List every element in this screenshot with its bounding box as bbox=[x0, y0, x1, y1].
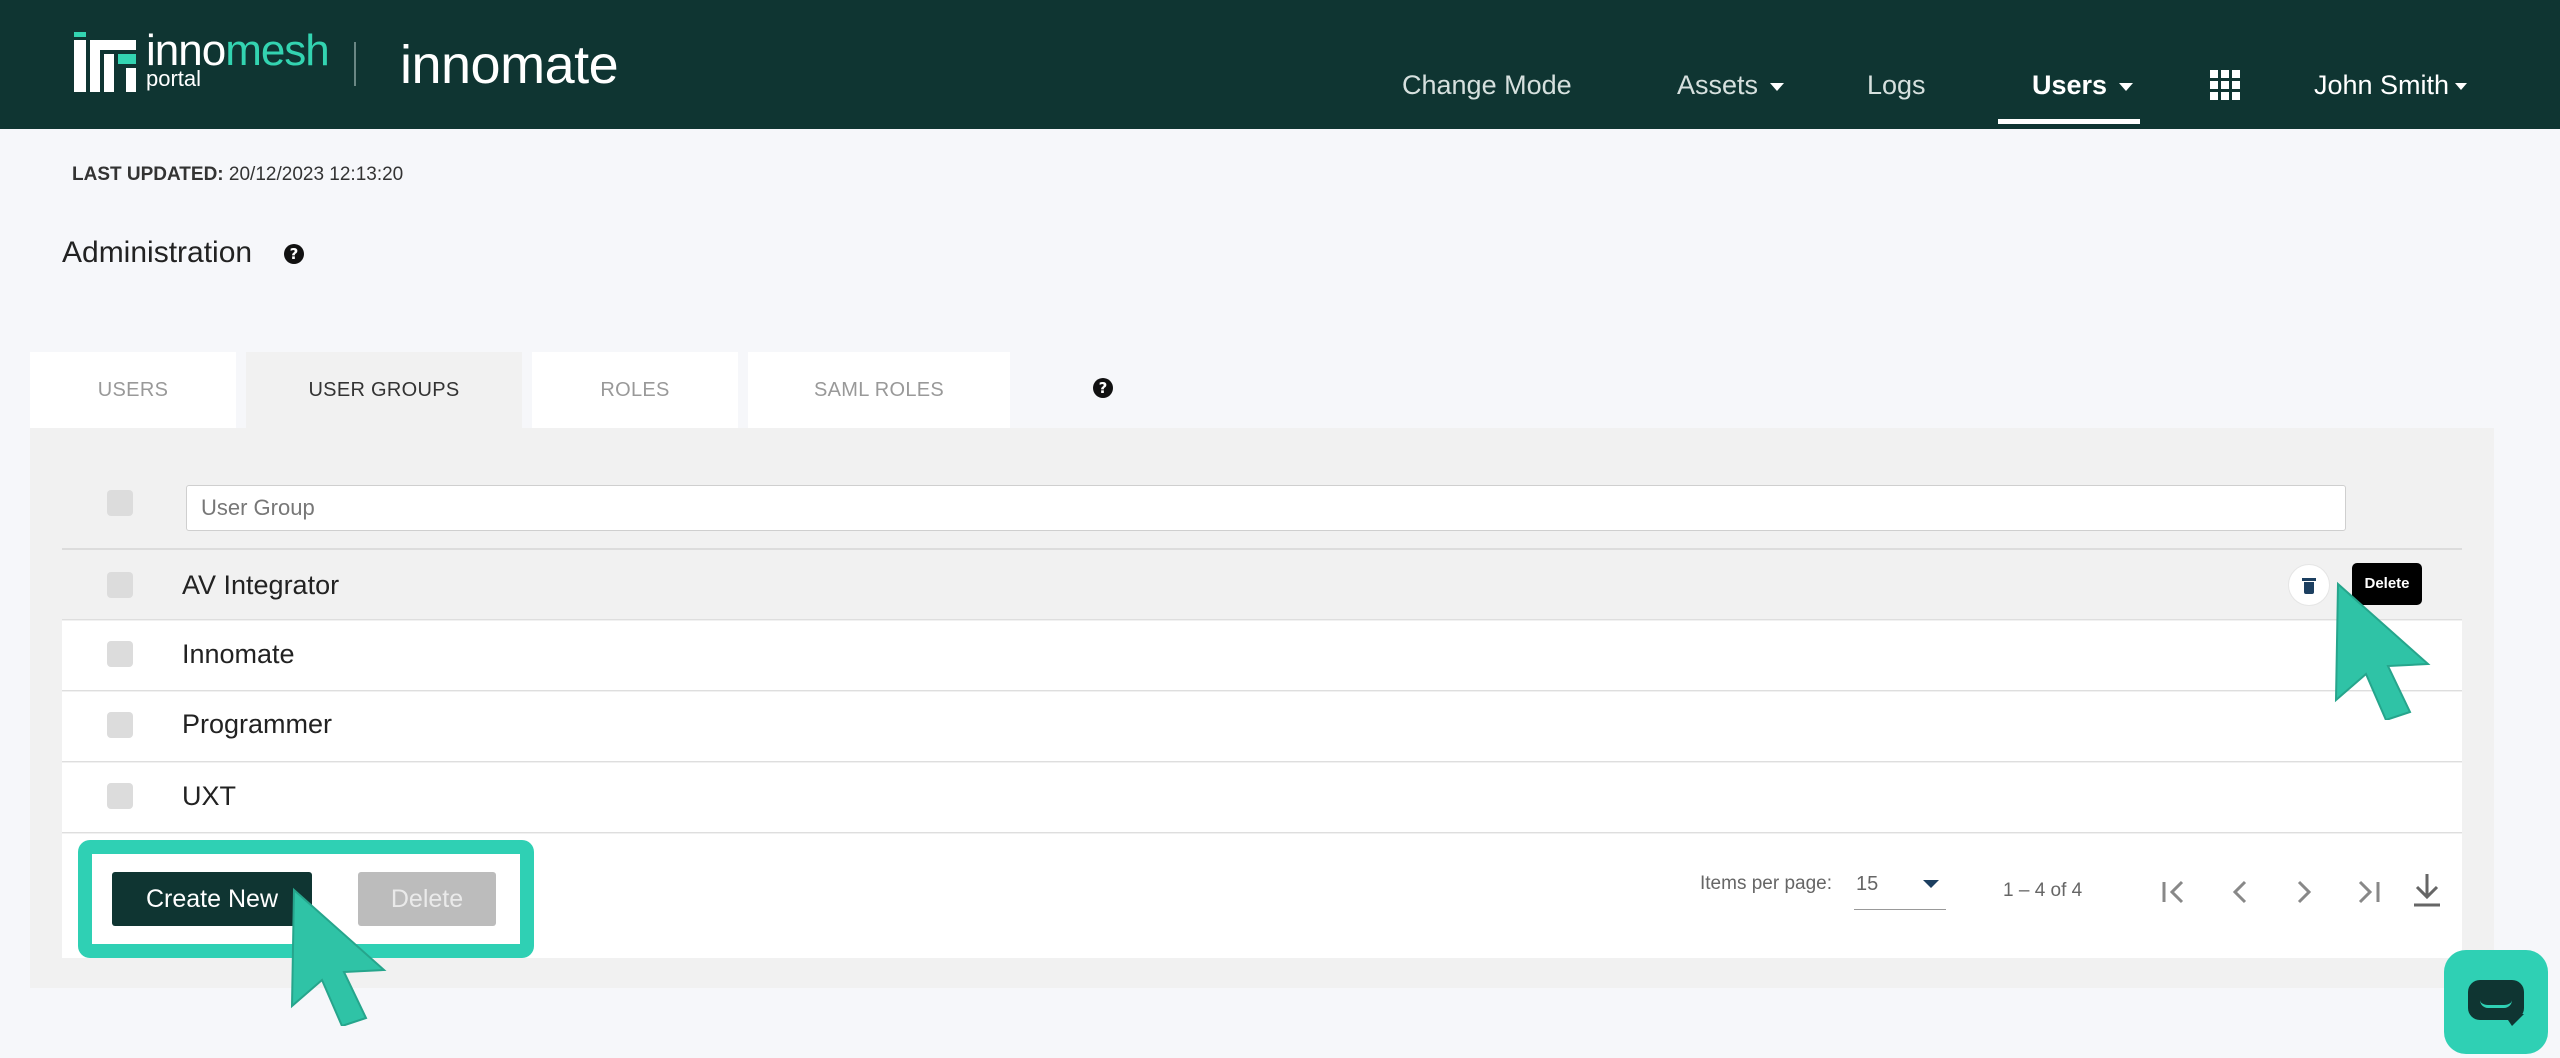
top-navigation-bar: innomesh portal innomate Change Mode Ass… bbox=[0, 0, 2560, 129]
active-nav-indicator bbox=[1998, 119, 2140, 124]
nav-assets[interactable]: Assets bbox=[1677, 70, 1785, 101]
last-updated-value: 20/12/2023 12:13:20 bbox=[228, 164, 404, 185]
table-header-row bbox=[62, 468, 2462, 550]
chevron-down-icon bbox=[2455, 83, 2468, 91]
portal-label: portal bbox=[146, 66, 202, 91]
user-group-filter-input[interactable] bbox=[186, 485, 2346, 531]
help-icon[interactable]: ? bbox=[284, 244, 304, 264]
user-menu[interactable]: John Smith bbox=[2314, 70, 2468, 101]
trash-icon bbox=[2302, 578, 2316, 581]
chevron-down-icon bbox=[1770, 82, 1785, 91]
row-checkbox[interactable] bbox=[107, 783, 133, 809]
nav-users[interactable]: Users bbox=[2032, 70, 2134, 101]
user-group-name[interactable]: Programmer bbox=[182, 709, 332, 740]
pagination-range: 1 – 4 of 4 bbox=[2003, 880, 2083, 901]
tab-saml-roles[interactable]: SAML ROLES bbox=[748, 352, 1010, 428]
items-per-page-select[interactable]: 15 bbox=[1854, 866, 1946, 910]
table-row[interactable]: UXT bbox=[62, 763, 2462, 833]
download-icon[interactable] bbox=[2412, 872, 2442, 908]
user-group-name[interactable]: Innomate bbox=[182, 639, 295, 670]
next-page-icon[interactable] bbox=[2282, 870, 2326, 914]
items-per-page-label: Items per page: bbox=[1700, 873, 1833, 894]
cursor-arrow-icon bbox=[2334, 581, 2431, 720]
nav-users-label: Users bbox=[2032, 70, 2108, 100]
nav-change-mode[interactable]: Change Mode bbox=[1402, 70, 1572, 101]
table-row[interactable]: Innomate bbox=[62, 621, 2462, 691]
page-title: Administration bbox=[62, 236, 253, 269]
chat-launcher-button[interactable] bbox=[2444, 950, 2548, 1054]
innomesh-logo-icon bbox=[74, 32, 136, 92]
user-name: John Smith bbox=[2314, 70, 2450, 100]
cursor-arrow-icon bbox=[290, 887, 387, 1026]
last-updated: LAST UPDATED: 20/12/2023 12:13:20 bbox=[72, 164, 403, 186]
first-page-icon[interactable] bbox=[2152, 870, 2196, 914]
chevron-down-icon bbox=[2119, 82, 2134, 91]
delete-row-button[interactable] bbox=[2288, 564, 2330, 606]
row-checkbox[interactable] bbox=[107, 641, 133, 667]
help-icon[interactable]: ? bbox=[1093, 378, 1113, 398]
brand-divider bbox=[354, 42, 356, 86]
row-checkbox[interactable] bbox=[107, 572, 133, 598]
chevron-down-icon bbox=[1923, 880, 1939, 888]
last-page-icon[interactable] bbox=[2346, 870, 2390, 914]
row-checkbox[interactable] bbox=[107, 712, 133, 738]
table-row[interactable]: AV Integrator bbox=[62, 550, 2462, 620]
select-all-checkbox[interactable] bbox=[107, 490, 133, 516]
tab-roles[interactable]: ROLES bbox=[532, 352, 738, 428]
user-group-name[interactable]: AV Integrator bbox=[182, 570, 339, 601]
nav-assets-label: Assets bbox=[1677, 70, 1759, 100]
previous-page-icon[interactable] bbox=[2218, 870, 2262, 914]
user-group-name[interactable]: UXT bbox=[182, 781, 236, 812]
last-updated-label: LAST UPDATED: bbox=[72, 164, 224, 185]
tab-users[interactable]: USERS bbox=[30, 352, 236, 428]
apps-grid-icon[interactable] bbox=[2210, 70, 2240, 100]
table-row[interactable]: Programmer bbox=[62, 692, 2462, 762]
innomate-wordmark[interactable]: innomate bbox=[400, 34, 619, 96]
tab-user-groups[interactable]: USER GROUPS bbox=[246, 352, 522, 428]
nav-logs[interactable]: Logs bbox=[1867, 70, 1926, 101]
